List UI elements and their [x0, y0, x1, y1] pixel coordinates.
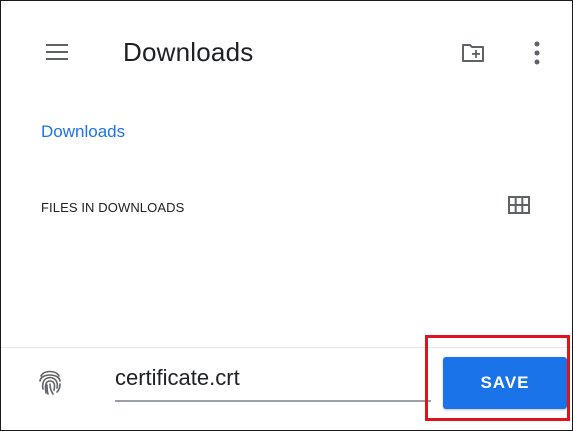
app-bar: Downloads: [1, 1, 572, 105]
save-bar: SAVE: [1, 347, 572, 430]
more-options-button[interactable]: [525, 37, 549, 69]
breadcrumb[interactable]: Downloads: [41, 121, 125, 143]
create-new-folder-icon: [462, 44, 484, 62]
grid-view-toggle[interactable]: [505, 193, 533, 217]
save-button[interactable]: SAVE: [443, 357, 567, 409]
fingerprint-icon: [39, 370, 61, 395]
more-vert-icon: [534, 41, 540, 65]
files-section-header: FILES IN DOWNLOADS: [41, 200, 185, 215]
new-folder-button[interactable]: [457, 39, 489, 67]
filename-field[interactable]: [115, 358, 431, 402]
file-save-dialog: Downloads Downloads FILES IN DOWNLOADS c…: [0, 0, 573, 431]
hamburger-menu-icon: [46, 44, 68, 60]
page-title: Downloads: [123, 37, 254, 67]
menu-button[interactable]: [37, 37, 77, 67]
grid-view-icon: [508, 196, 530, 214]
